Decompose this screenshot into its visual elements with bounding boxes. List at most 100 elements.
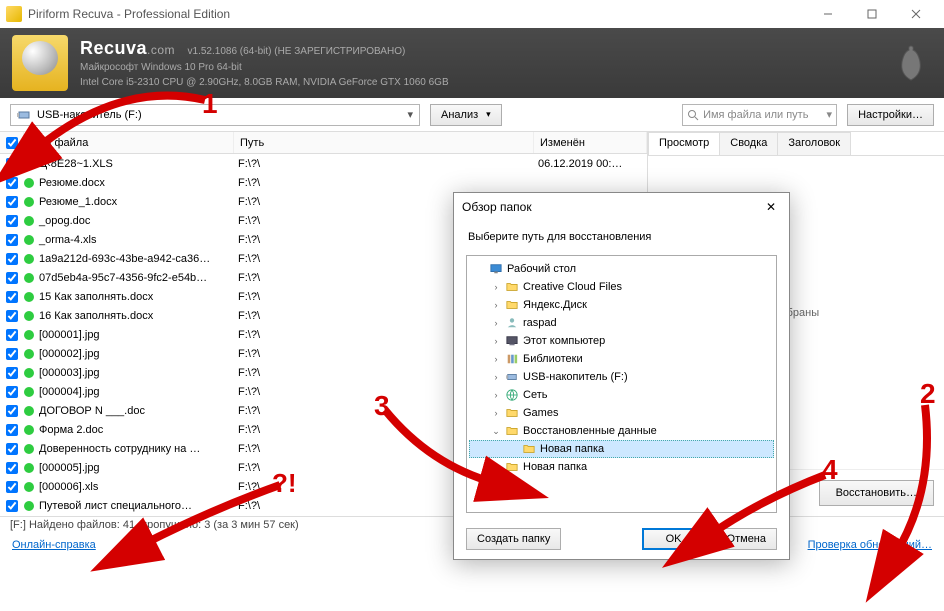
row-checkbox[interactable] xyxy=(6,177,18,189)
expander-icon[interactable]: › xyxy=(491,282,501,292)
row-checkbox[interactable] xyxy=(6,462,18,474)
drive-selector[interactable]: USB-накопитель (F:) ▾ xyxy=(10,104,420,126)
row-checkbox[interactable] xyxy=(6,291,18,303)
row-checkbox[interactable] xyxy=(6,215,18,227)
updates-link[interactable]: Проверка обновлений… xyxy=(808,539,932,555)
status-dot-icon xyxy=(24,501,34,511)
new-folder-button[interactable]: Создать папку xyxy=(466,528,561,550)
search-icon xyxy=(687,109,699,121)
file-name: [000002].jpg xyxy=(39,348,100,360)
tree-item[interactable]: › Этот компьютер xyxy=(469,332,774,350)
tree-item[interactable]: Новая папка xyxy=(469,440,774,458)
row-checkbox[interactable] xyxy=(6,329,18,341)
file-name: [000003].jpg xyxy=(39,367,100,379)
expander-icon[interactable]: › xyxy=(491,336,501,346)
minimize-button[interactable] xyxy=(806,0,850,28)
tree-label: Библиотеки xyxy=(523,353,583,365)
close-button[interactable] xyxy=(894,0,938,28)
tree-item[interactable]: › Games xyxy=(469,404,774,422)
file-name: [000004].jpg xyxy=(39,386,100,398)
analyze-button[interactable]: Анализ xyxy=(430,104,502,126)
column-name[interactable]: Имя файла xyxy=(24,132,234,153)
search-placeholder: Имя файла или путь xyxy=(703,109,808,121)
version-text: v1.52.1086 (64-bit) (НЕ ЗАРЕГИСТРИРОВАНО… xyxy=(188,46,406,57)
expander-icon[interactable]: › xyxy=(491,408,501,418)
tree-label: Восстановленные данные xyxy=(523,425,657,437)
tree-item[interactable]: › raspad xyxy=(469,314,774,332)
dialog-message: Выберите путь для восстановления xyxy=(454,221,789,249)
tree-item[interactable]: Рабочий стол xyxy=(469,260,774,278)
row-checkbox[interactable] xyxy=(6,405,18,417)
row-checkbox[interactable] xyxy=(6,386,18,398)
preview-tab[interactable]: Сводка xyxy=(719,132,778,155)
tree-item[interactable]: › Creative Cloud Files xyxy=(469,278,774,296)
tree-item[interactable]: › Библиотеки xyxy=(469,350,774,368)
row-checkbox[interactable] xyxy=(6,234,18,246)
expander-icon[interactable]: › xyxy=(491,318,501,328)
table-row[interactable]: Ц‹8E28~1.XLS F:\?\ 06.12.2019 00:… xyxy=(0,154,647,173)
search-input[interactable]: Имя файла или путь ▾ xyxy=(682,104,837,126)
settings-button[interactable]: Настройки… xyxy=(847,104,934,126)
row-checkbox[interactable] xyxy=(6,253,18,265)
expander-icon[interactable]: › xyxy=(491,354,501,364)
cancel-button[interactable]: Отмена xyxy=(716,528,777,550)
select-all-checkbox[interactable] xyxy=(6,137,18,149)
tree-label: Рабочий стол xyxy=(507,263,576,275)
status-dot-icon xyxy=(24,311,34,321)
file-name: Доверенность сотруднику на … xyxy=(39,443,200,455)
status-dot-icon xyxy=(24,235,34,245)
file-path: F:\?\ xyxy=(234,177,534,189)
column-modified[interactable]: Изменён xyxy=(534,132,647,153)
maximize-button[interactable] xyxy=(850,0,894,28)
file-name: ДОГОВОР N ___.doc xyxy=(39,405,145,417)
file-name: 07d5eb4a-95c7-4356-9fc2-e54b… xyxy=(39,272,207,284)
ok-button[interactable]: OK xyxy=(642,528,706,550)
row-checkbox[interactable] xyxy=(6,272,18,284)
dialog-close-button[interactable]: ✕ xyxy=(761,200,781,214)
expander-icon[interactable]: ⌄ xyxy=(491,426,501,437)
row-checkbox[interactable] xyxy=(6,196,18,208)
folder-tree[interactable]: Рабочий стол› Creative Cloud Files› Янде… xyxy=(466,255,777,513)
status-dot-icon xyxy=(24,463,34,473)
row-checkbox[interactable] xyxy=(6,367,18,379)
app-icon xyxy=(6,6,22,22)
file-path: F:\?\ xyxy=(234,158,534,170)
table-header: Имя файла Путь Изменён xyxy=(0,132,647,154)
row-checkbox[interactable] xyxy=(6,500,18,512)
row-checkbox[interactable] xyxy=(6,310,18,322)
file-name: 1a9a212d-693c-43be-a942-ca36… xyxy=(39,253,210,265)
expander-icon[interactable]: › xyxy=(491,372,501,382)
tree-item[interactable]: › Яндекс.Диск xyxy=(469,296,774,314)
expander-icon[interactable]: › xyxy=(491,390,501,400)
status-dot-icon xyxy=(24,292,34,302)
expander-icon[interactable]: › xyxy=(491,300,501,310)
expander-icon[interactable]: › xyxy=(491,462,501,472)
tree-item[interactable]: › Сеть xyxy=(469,386,774,404)
chevron-down-icon: ▾ xyxy=(827,108,833,121)
status-dot-icon xyxy=(24,482,34,492)
net-icon xyxy=(505,389,519,401)
row-checkbox[interactable] xyxy=(6,424,18,436)
tree-item[interactable]: › USB-накопитель (F:) xyxy=(469,368,774,386)
brand-name: Recuva.com xyxy=(80,38,175,58)
row-checkbox[interactable] xyxy=(6,348,18,360)
file-name: 16 Как заполнять.docx xyxy=(39,310,153,322)
help-link[interactable]: Онлайн-справка xyxy=(12,539,96,555)
window-title: Piriform Recuva - Professional Edition xyxy=(28,7,806,21)
file-name: [000006].xls xyxy=(39,481,98,493)
tree-label: Creative Cloud Files xyxy=(523,281,622,293)
status-dot-icon xyxy=(24,159,34,169)
preview-tab[interactable]: Заголовок xyxy=(777,132,851,155)
row-checkbox[interactable] xyxy=(6,158,18,170)
tree-item[interactable]: ⌄ Восстановленные данные xyxy=(469,422,774,440)
column-path[interactable]: Путь xyxy=(234,132,534,153)
row-checkbox[interactable] xyxy=(6,443,18,455)
restore-button[interactable]: Восстановить… xyxy=(819,480,934,506)
tree-item[interactable]: › Новая папка xyxy=(469,458,774,476)
table-row[interactable]: Резюме.docx F:\?\ xyxy=(0,173,647,192)
browse-folder-dialog: Обзор папок ✕ Выберите путь для восстано… xyxy=(453,192,790,560)
status-dot-icon xyxy=(24,197,34,207)
row-checkbox[interactable] xyxy=(6,481,18,493)
status-dot-icon xyxy=(24,425,34,435)
preview-tab[interactable]: Просмотр xyxy=(648,132,720,155)
